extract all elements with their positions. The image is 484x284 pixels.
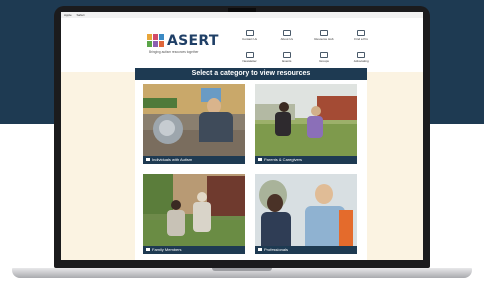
search-icon	[319, 29, 328, 36]
envelope-icon	[245, 29, 254, 36]
nav-label: Resource Hub	[314, 36, 334, 41]
nav-item-resource-hub[interactable]: Resource Hub	[305, 24, 342, 46]
category-caption: Individuals with Autism	[143, 156, 245, 164]
info-icon	[282, 29, 291, 36]
category-label: Professionals	[264, 247, 289, 252]
category-caption: Family Members	[143, 246, 245, 254]
family-icon	[258, 158, 262, 161]
nav-label: Newsletter	[242, 58, 257, 63]
nav-label: Groups	[319, 58, 329, 63]
nav-item-groups[interactable]: Groups	[305, 46, 342, 68]
photo-individuals	[143, 84, 245, 156]
nav-item-events[interactable]: Events	[268, 46, 305, 68]
nav-label: About Us	[280, 36, 293, 41]
group-icon	[319, 51, 328, 58]
menubar-item-apple[interactable]: Apple	[64, 13, 72, 17]
nav-label: Contact Us	[242, 36, 258, 41]
nav-item-contact[interactable]: Contact Us	[231, 24, 268, 46]
photo-professionals	[255, 174, 357, 246]
main-nav: Contact Us About Us Resource Hub Find a …	[231, 24, 417, 68]
nav-item-advocating[interactable]: Advocating	[343, 46, 380, 68]
photo-parents	[255, 84, 357, 156]
nav-item-find-pro[interactable]: Find a Pro	[343, 24, 380, 46]
nav-item-spacer	[380, 46, 417, 68]
asert-logo[interactable]: ASERT Bringing autism resources together	[147, 32, 219, 56]
category-caption: Parents & Caregivers	[255, 156, 357, 164]
category-card-individuals[interactable]: Individuals with Autism	[143, 84, 245, 164]
category-label: Parents & Caregivers	[264, 157, 303, 162]
category-panel-title: Select a category to view resources	[135, 68, 367, 80]
nav-label: Events	[282, 58, 292, 63]
category-card-family[interactable]: Family Members	[143, 174, 245, 254]
person-icon	[146, 158, 150, 161]
category-caption: Professionals	[255, 246, 357, 254]
laptop-screen: Apple Safari ASERT Bringing autism resou…	[61, 12, 423, 260]
category-card-professionals[interactable]: Professionals	[255, 174, 357, 254]
category-card-parents[interactable]: Parents & Caregivers	[255, 84, 357, 164]
brand-tagline: Bringing autism resources together	[149, 50, 199, 54]
person-icon	[357, 29, 366, 36]
nav-label: Find a Pro	[354, 36, 369, 41]
briefcase-icon	[258, 248, 262, 251]
photo-family	[143, 174, 245, 246]
site-header: ASERT Bringing autism resources together…	[61, 18, 423, 72]
nav-item-newsletter[interactable]: Newsletter	[231, 46, 268, 68]
category-label: Family Members	[152, 247, 182, 252]
nav-item-about[interactable]: About Us	[268, 24, 305, 46]
menubar-item-safari[interactable]: Safari	[77, 13, 85, 17]
home-icon	[146, 248, 150, 251]
logo-mark-icon	[147, 34, 165, 48]
laptop-base-groove	[212, 268, 272, 271]
category-panel: Select a category to view resources Indi…	[135, 68, 367, 260]
brand-name: ASERT	[167, 33, 219, 49]
calendar-icon	[282, 51, 291, 58]
category-label: Individuals with Autism	[152, 157, 193, 162]
nav-item-spacer	[380, 24, 417, 46]
megaphone-icon	[357, 51, 366, 58]
newspaper-icon	[245, 51, 254, 58]
nav-label: Advocating	[353, 58, 369, 63]
